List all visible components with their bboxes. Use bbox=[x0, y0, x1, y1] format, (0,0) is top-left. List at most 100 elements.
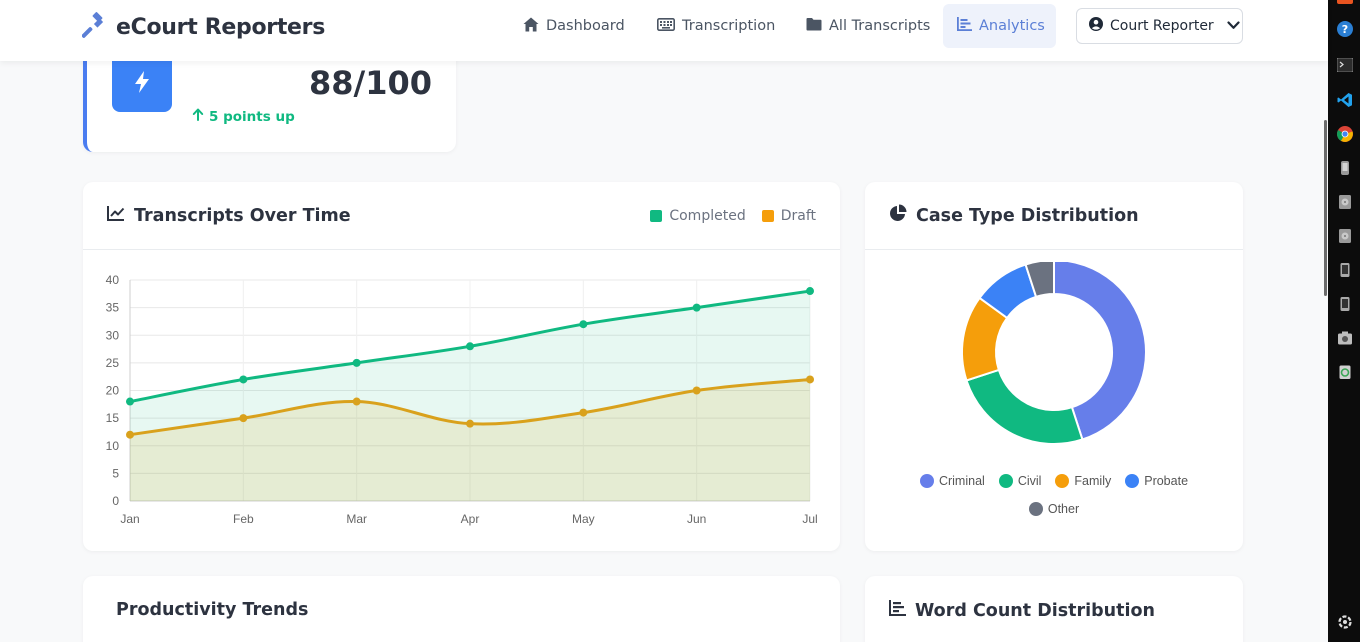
settings-icon[interactable] bbox=[1337, 614, 1353, 630]
y-tick-label: 25 bbox=[106, 356, 120, 370]
keyboard-icon bbox=[657, 17, 675, 35]
data-point-draft bbox=[466, 419, 474, 428]
word-count-header: Word Count Distribution bbox=[889, 600, 1155, 621]
folder-icon bbox=[806, 17, 822, 35]
legend-civil[interactable]: Civil bbox=[998, 474, 1042, 488]
vscode-icon[interactable] bbox=[1337, 92, 1353, 108]
legend-civil-label: Civil bbox=[1017, 474, 1042, 488]
legend-probate-label: Probate bbox=[1144, 474, 1189, 488]
app-icon[interactable] bbox=[1337, 0, 1353, 4]
lightning-icon bbox=[112, 52, 172, 112]
data-point-completed bbox=[239, 375, 248, 384]
productivity-card: Productivity Trends bbox=[83, 576, 840, 642]
device-icon[interactable] bbox=[1337, 296, 1353, 312]
legend-criminal-dot bbox=[919, 474, 934, 488]
slice-civil bbox=[965, 368, 1084, 445]
case-type-legend: Criminal Civil Family Probate Other bbox=[865, 474, 1243, 516]
device-icon[interactable] bbox=[1337, 262, 1353, 278]
home-icon bbox=[523, 17, 539, 36]
nav-all-transcripts[interactable]: All Transcripts bbox=[792, 4, 944, 48]
page-scrollbar[interactable] bbox=[1324, 120, 1327, 296]
disk-icon[interactable] bbox=[1337, 194, 1353, 210]
y-tick-label: 15 bbox=[106, 411, 120, 425]
word-count-card: Word Count Distribution bbox=[865, 576, 1243, 642]
legend-draft-swatch bbox=[761, 210, 774, 222]
data-point-completed bbox=[579, 320, 588, 329]
nav-dashboard[interactable]: Dashboard bbox=[509, 4, 639, 48]
data-point-draft bbox=[126, 430, 134, 439]
chevron-down-icon bbox=[1227, 18, 1240, 34]
x-tick-label: Jun bbox=[687, 512, 706, 526]
data-point-draft bbox=[692, 386, 701, 395]
help-icon[interactable]: ? bbox=[1337, 21, 1353, 37]
line-chart-icon bbox=[107, 205, 125, 226]
legend-other-dot bbox=[1028, 502, 1043, 516]
score-value: 88/100 bbox=[308, 64, 432, 102]
user-circle-icon bbox=[1089, 17, 1103, 35]
y-tick-label: 40 bbox=[106, 273, 120, 287]
nav-all-transcripts-label: All Transcripts bbox=[829, 18, 931, 34]
legend-draft[interactable]: Draft bbox=[761, 208, 816, 224]
svg-text:?: ? bbox=[1342, 23, 1348, 36]
chrome-icon[interactable] bbox=[1337, 126, 1353, 142]
legend-draft-label: Draft bbox=[780, 208, 816, 224]
y-tick-label: 35 bbox=[106, 301, 120, 315]
y-tick-label: 0 bbox=[112, 494, 119, 508]
gavel-icon bbox=[81, 12, 108, 43]
y-tick-label: 20 bbox=[106, 384, 120, 398]
nav-dashboard-label: Dashboard bbox=[546, 18, 625, 34]
transcripts-chart-legend: Completed Draft bbox=[650, 208, 816, 224]
legend-family-dot bbox=[1055, 474, 1070, 488]
brand[interactable]: eCourt Reporters bbox=[81, 12, 326, 43]
transcripts-chart-card: Transcripts Over Time Completed Draft 0 5… bbox=[83, 182, 840, 551]
legend-completed[interactable]: Completed bbox=[650, 208, 746, 224]
case-type-doughnut-chart bbox=[961, 262, 1147, 445]
legend-criminal[interactable]: Criminal bbox=[919, 474, 985, 488]
data-point-completed bbox=[692, 303, 701, 312]
x-tick-label: Jan bbox=[120, 512, 139, 526]
legend-family[interactable]: Family bbox=[1055, 474, 1111, 488]
user-menu-label: Court Reporter bbox=[1110, 18, 1214, 34]
disk-icon[interactable] bbox=[1337, 228, 1353, 244]
terminal-icon[interactable] bbox=[1336, 57, 1354, 74]
chart-bar-icon bbox=[889, 600, 906, 621]
legend-other-label: Other bbox=[1047, 502, 1080, 516]
app-title: eCourt Reporters bbox=[116, 15, 326, 40]
word-count-title: Word Count Distribution bbox=[915, 600, 1155, 621]
legend-other[interactable]: Other bbox=[1028, 502, 1080, 516]
y-tick-label: 30 bbox=[106, 328, 120, 342]
legend-completed-swatch bbox=[650, 210, 663, 222]
pie-chart-icon bbox=[889, 204, 907, 227]
data-point-completed bbox=[806, 287, 814, 296]
camera-icon[interactable] bbox=[1337, 330, 1353, 346]
x-tick-label: Feb bbox=[233, 512, 254, 526]
legend-probate[interactable]: Probate bbox=[1125, 474, 1188, 488]
x-tick-label: Mar bbox=[346, 512, 367, 526]
data-point-completed bbox=[352, 358, 361, 367]
nav-transcription[interactable]: Transcription bbox=[643, 4, 789, 48]
x-tick-label: Jul bbox=[802, 512, 817, 526]
transcripts-chart-title: Transcripts Over Time bbox=[134, 205, 351, 226]
data-point-draft bbox=[806, 375, 814, 384]
chart-bar-icon bbox=[957, 17, 972, 35]
y-tick-label: 5 bbox=[112, 466, 119, 480]
data-point-draft bbox=[579, 408, 588, 417]
device-icon[interactable] bbox=[1337, 160, 1353, 176]
user-menu-button[interactable]: Court Reporter bbox=[1076, 8, 1243, 44]
trash-icon[interactable] bbox=[1337, 364, 1353, 380]
data-point-completed bbox=[466, 342, 474, 351]
x-tick-label: May bbox=[572, 512, 595, 526]
legend-criminal-label: Criminal bbox=[938, 474, 985, 488]
nav-analytics-label: Analytics bbox=[979, 18, 1045, 34]
data-point-draft bbox=[352, 397, 361, 406]
legend-probate-dot bbox=[1125, 474, 1140, 488]
case-type-card: Case Type Distribution Criminal Civil Fa… bbox=[865, 182, 1243, 551]
score-change-label: 5 points up bbox=[209, 108, 295, 125]
data-point-draft bbox=[239, 414, 248, 423]
nav-analytics[interactable]: Analytics bbox=[943, 4, 1056, 48]
legend-civil-dot bbox=[998, 474, 1013, 488]
nav-transcription-label: Transcription bbox=[682, 18, 776, 34]
x-tick-label: Apr bbox=[461, 512, 480, 526]
os-dock: ? bbox=[1328, 0, 1360, 642]
case-type-header: Case Type Distribution bbox=[865, 182, 1243, 250]
